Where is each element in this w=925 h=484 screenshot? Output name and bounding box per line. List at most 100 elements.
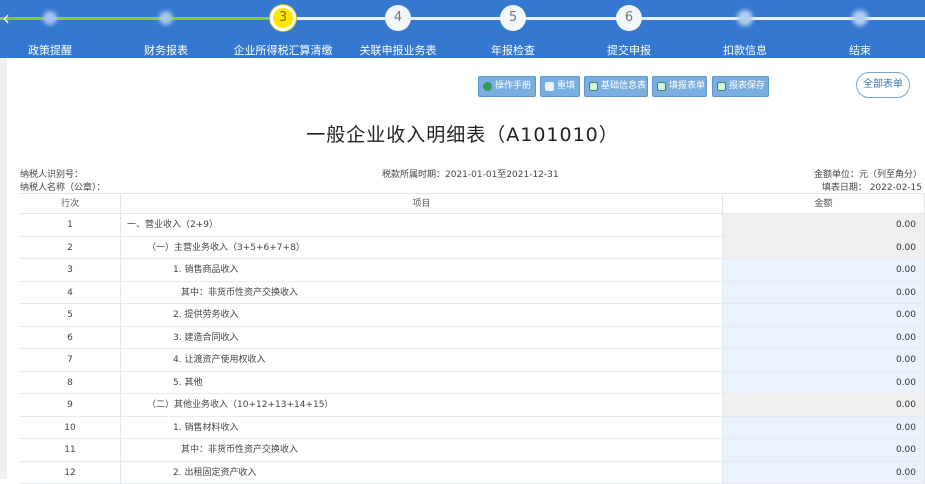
row-number: 7 (20, 349, 121, 371)
row-item: 5. 其他 (121, 372, 723, 394)
row-amount[interactable]: 0.00 (723, 462, 925, 484)
step-3[interactable]: 3 企业所得税汇算清缴 (228, 0, 338, 58)
row-amount[interactable]: 0.00 (723, 282, 925, 304)
taxpayer-id-label: 纳税人识别号： (20, 167, 83, 180)
revoke-button[interactable]: 重填 (540, 76, 580, 97)
row-number: 12 (20, 462, 121, 484)
row-number: 2 (20, 237, 121, 259)
row-amount: 0.00 (723, 237, 925, 259)
row-item: 其中：非货币性资产交换收入 (121, 439, 723, 461)
row-amount[interactable]: 0.00 (723, 439, 925, 461)
row-item: 1. 销售材料收入 (121, 417, 723, 439)
step-indicator (43, 11, 57, 25)
step-6[interactable]: 6 提交申报 (574, 0, 684, 58)
row-amount: 0.00 (723, 214, 925, 236)
row-item: （二）其他业务收入（10+12+13+14+15） (121, 394, 723, 416)
manual-button[interactable]: 操作手册 (478, 76, 536, 97)
row-item: 2. 提供劳务收入 (121, 304, 723, 326)
table-row: 63. 建造合同收入0.00 (20, 327, 925, 350)
table-row: 9（二）其他业务收入（10+12+13+14+15）0.00 (20, 394, 925, 417)
step-5[interactable]: 5 年报检查 (458, 0, 568, 58)
step-label: 企业所得税汇算清缴 (228, 42, 338, 58)
row-number: 11 (20, 439, 121, 461)
table-icon (589, 82, 598, 91)
row-item: 3. 建造合同收入 (121, 327, 723, 349)
income-detail-table: 行次 项目 金额 1一、营业收入（2+9）0.002（一）主营业务收入（3+5+… (20, 193, 925, 484)
step-indicator: 3 (270, 5, 296, 31)
step-indicator: 4 (385, 5, 411, 31)
step-label: 年报检查 (458, 42, 568, 58)
row-amount: 0.00 (723, 394, 925, 416)
step-indicator (737, 10, 753, 26)
header-row-number: 行次 (20, 194, 121, 213)
save-button-label: 报表保存 (729, 81, 765, 91)
help-icon (483, 82, 492, 91)
tax-period: 税款所属时期：2021-01-01至2021-12-31 (382, 167, 559, 180)
step-label: 提交申报 (574, 42, 684, 58)
step-7[interactable]: 扣款信息 (690, 0, 800, 58)
table-row: 1一、营业收入（2+9）0.00 (20, 214, 925, 237)
step-1[interactable]: 政策提醒 (0, 0, 105, 58)
row-item: 其中：非货币性资产交换收入 (121, 282, 723, 304)
progress-stepper: ‹ 政策提醒财务报表3企业所得税汇算清缴4关联申报业务表5年报检查6提交申报扣款… (0, 0, 925, 58)
manual-button-label: 操作手册 (495, 81, 531, 91)
row-amount[interactable]: 0.00 (723, 259, 925, 281)
step-indicator (852, 10, 868, 26)
fill-form-button[interactable]: 填报表单 (652, 76, 707, 97)
step-4[interactable]: 4 关联申报业务表 (343, 0, 453, 58)
step-label: 政策提醒 (0, 42, 105, 58)
row-number: 4 (20, 282, 121, 304)
step-2[interactable]: 财务报表 (111, 0, 221, 58)
row-number: 5 (20, 304, 121, 326)
row-item: 4. 让渡资产使用权收入 (121, 349, 723, 371)
table-header: 行次 项目 金额 (20, 194, 925, 214)
save-icon (717, 82, 726, 91)
row-number: 6 (20, 327, 121, 349)
row-amount[interactable]: 0.00 (723, 417, 925, 439)
refresh-icon (545, 82, 554, 91)
table-row: 4其中：非货币性资产交换收入0.00 (20, 282, 925, 305)
step-label: 关联申报业务表 (343, 42, 453, 58)
row-number: 10 (20, 417, 121, 439)
table-row: 31. 销售商品收入0.00 (20, 259, 925, 282)
row-item: （一）主营业务收入（3+5+6+7+8） (121, 237, 723, 259)
base-info-button-label: 基础信息表 (601, 81, 646, 91)
table-row: 85. 其他0.00 (20, 372, 925, 395)
step-indicator: 5 (500, 5, 526, 31)
row-number: 9 (20, 394, 121, 416)
table-row: 11其中：非货币性资产交换收入0.00 (20, 439, 925, 462)
step-8[interactable]: 结束 (805, 0, 915, 58)
header-amount: 金额 (723, 194, 925, 213)
step-label: 扣款信息 (690, 42, 800, 58)
step-label: 结束 (805, 42, 915, 58)
currency-unit: 金额单位：元（列至角分） (814, 167, 922, 180)
row-item: 1. 销售商品收入 (121, 259, 723, 281)
row-amount[interactable]: 0.00 (723, 372, 925, 394)
page-title: 一般企业收入明细表（A101010） (0, 120, 925, 147)
step-indicator (159, 11, 173, 25)
table-row: 52. 提供劳务收入0.00 (20, 304, 925, 327)
row-number: 1 (20, 214, 121, 236)
table-icon (657, 82, 666, 91)
row-number: 3 (20, 259, 121, 281)
row-number: 8 (20, 372, 121, 394)
taxpayer-name-label: 纳税人名称（公章）： (20, 180, 106, 193)
row-amount[interactable]: 0.00 (723, 349, 925, 371)
table-row: 2（一）主营业务收入（3+5+6+7+8）0.00 (20, 237, 925, 260)
row-item: 一、营业收入（2+9） (121, 214, 723, 236)
row-amount[interactable]: 0.00 (723, 304, 925, 326)
row-amount[interactable]: 0.00 (723, 327, 925, 349)
step-label: 财务报表 (111, 42, 221, 58)
table-row: 74. 让渡资产使用权收入0.00 (20, 349, 925, 372)
all-forms-button[interactable]: 全部表单 (856, 72, 910, 98)
step-indicator: 6 (616, 5, 642, 31)
fill-form-button-label: 填报表单 (669, 81, 705, 91)
save-button[interactable]: 报表保存 (712, 76, 769, 97)
revoke-button-label: 重填 (557, 81, 575, 91)
base-info-button[interactable]: 基础信息表 (584, 76, 648, 97)
row-item: 2. 出租固定资产收入 (121, 462, 723, 484)
table-row: 101. 销售材料收入0.00 (20, 417, 925, 440)
fill-date: 填表日期： 2022-02-15 (822, 180, 922, 193)
header-item: 项目 (121, 194, 723, 213)
table-row: 122. 出租固定资产收入0.00 (20, 462, 925, 484)
